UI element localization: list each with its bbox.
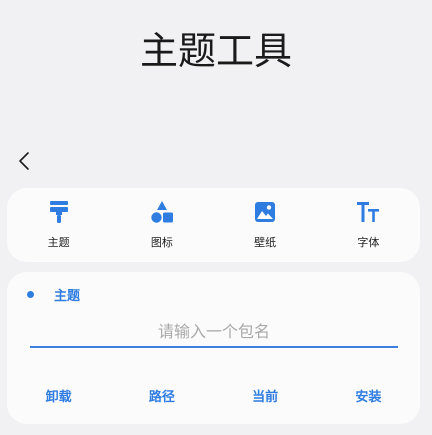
category-card: 主题 图标 壁纸 字体 <box>7 188 420 262</box>
section-dot <box>27 291 34 298</box>
back-button[interactable] <box>12 148 36 174</box>
category-tabs: 主题 图标 壁纸 字体 <box>7 188 420 262</box>
image-icon <box>253 200 277 224</box>
current-button[interactable]: 当前 <box>214 383 317 408</box>
tab-theme[interactable]: 主题 <box>7 188 110 262</box>
install-button[interactable]: 安装 <box>317 383 420 408</box>
section-title: 主题 <box>54 289 81 304</box>
shapes-icon <box>150 200 174 224</box>
tab-icon-label: 图标 <box>150 236 173 249</box>
tab-wallpaper-label: 壁纸 <box>254 236 277 249</box>
tab-font[interactable]: 字体 <box>317 188 420 262</box>
tab-wallpaper[interactable]: 壁纸 <box>214 188 317 262</box>
package-input-wrapper <box>30 316 398 348</box>
tab-icon[interactable]: 图标 <box>110 188 213 262</box>
page-title: 主题工具 <box>139 29 292 73</box>
uninstall-button[interactable]: 卸载 <box>7 383 110 408</box>
tab-font-label: 字体 <box>357 236 380 249</box>
package-name-input[interactable] <box>30 316 398 346</box>
tab-theme-label: 主题 <box>47 236 70 249</box>
action-bar: 卸载 路径 当前 安装 <box>7 383 420 408</box>
paint-roller-icon <box>47 200 71 224</box>
font-size-icon <box>356 200 380 224</box>
package-card: 主题 卸载 路径 当前 安装 <box>7 272 420 424</box>
path-button[interactable]: 路径 <box>110 383 213 408</box>
section-header: 主题 <box>27 285 80 304</box>
chevron-left-icon <box>19 152 29 170</box>
